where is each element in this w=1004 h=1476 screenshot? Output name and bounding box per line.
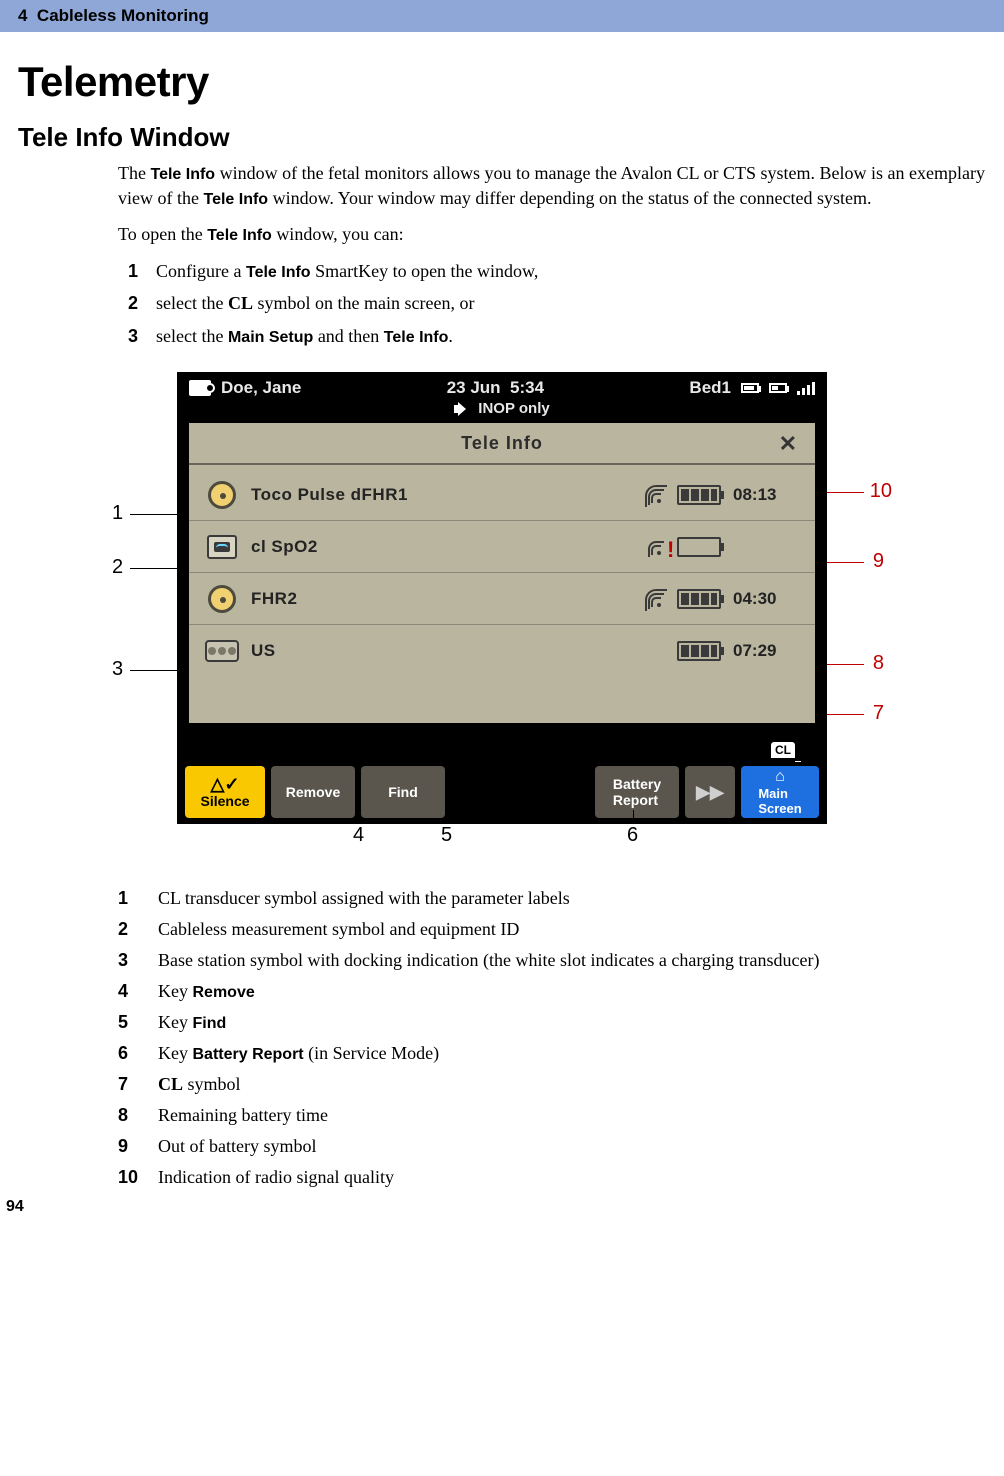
section-heading-h2: Tele Info Window — [18, 122, 986, 153]
transport-icon — [189, 380, 211, 396]
legend-item: 5Key Find — [118, 1012, 986, 1033]
term-tele-info: Tele Info — [203, 191, 268, 208]
legend-item: 6Key Battery Report (in Service Mode) — [118, 1043, 986, 1064]
battery-mini-icon — [769, 383, 787, 393]
tele-info-panel: Tele Info ✕ Toco Pulse dFHR1 08:13 cl Sp… — [189, 423, 815, 723]
signal-icon — [643, 485, 665, 505]
chapter-header-bar: 4 Cableless Monitoring — [0, 0, 1004, 32]
legend-item: 1CL transducer symbol assigned with the … — [118, 888, 986, 909]
callout-9: 9 — [873, 550, 884, 573]
forward-icon: ▶▶ — [696, 782, 724, 803]
callout-6: 6 — [627, 824, 638, 847]
silence-button[interactable]: △✓ Silence — [185, 766, 265, 818]
term-remove: Remove — [193, 984, 255, 1001]
main-screen-button[interactable]: ⌂ Main Screen — [741, 766, 819, 818]
row-label: Toco Pulse dFHR1 — [251, 485, 631, 505]
time-label: 5:34 — [510, 378, 544, 397]
next-page-button[interactable]: ▶▶ — [685, 766, 735, 818]
battery-icon — [677, 641, 721, 661]
silence-icon: △✓ — [211, 775, 240, 793]
cl-bold: CL — [158, 1074, 183, 1094]
term-find: Find — [193, 1015, 227, 1032]
cableless-box-icon — [205, 532, 239, 562]
mute-icon — [454, 402, 470, 416]
patient-name: Doe, Jane — [221, 378, 301, 398]
tele-row[interactable]: US 07:29 — [189, 625, 815, 677]
callout-4: 4 — [353, 824, 364, 847]
chapter-number: 4 — [18, 6, 27, 25]
legend-item: 7CL symbol — [118, 1074, 986, 1095]
row-label: FHR2 — [251, 589, 631, 609]
term-main-setup: Main Setup — [228, 329, 313, 346]
legend-item: 2Cableless measurement symbol and equipm… — [118, 919, 986, 940]
battery-icon — [677, 485, 721, 505]
battery-icon — [677, 589, 721, 609]
chapter-title: Cableless Monitoring — [37, 6, 209, 25]
step-3: 3select the Main Setup and then Tele Inf… — [118, 324, 986, 349]
callout-legend: 1CL transducer symbol assigned with the … — [118, 888, 986, 1188]
row-label: cl SpO2 — [251, 537, 631, 557]
remove-button[interactable]: Remove — [271, 766, 355, 818]
term-tele-info: Tele Info — [150, 166, 215, 183]
battery-low-icon: ! — [677, 537, 721, 557]
close-icon[interactable]: ✕ — [773, 431, 803, 457]
legend-item: 4Key Remove — [118, 981, 986, 1002]
term-tele-info: Tele Info — [384, 329, 449, 346]
legend-item: 8Remaining battery time — [118, 1105, 986, 1126]
find-button[interactable]: Find — [361, 766, 445, 818]
row-time: 04:30 — [733, 589, 799, 609]
base-station-icon — [205, 636, 239, 666]
intro-paragraph-1: The Tele Info window of the fetal monito… — [118, 161, 986, 210]
transducer-round-icon — [205, 584, 239, 614]
intro-paragraph-2: To open the Tele Info window, you can: — [118, 222, 986, 247]
monitor-top-bar: Doe, Jane 23 Jun 5:34 Bed1 — [179, 374, 825, 398]
tele-row[interactable]: cl SpO2 ! — [189, 521, 815, 573]
bed-label: Bed1 — [689, 378, 731, 398]
battery-report-button[interactable]: Battery Report — [595, 766, 679, 818]
row-time: 08:13 — [733, 485, 799, 505]
term-tele-info: Tele Info — [246, 264, 311, 281]
callout-7: 7 — [873, 702, 884, 725]
monitor-sub-bar: INOP only — [179, 398, 825, 421]
legend-item: 9Out of battery symbol — [118, 1136, 986, 1157]
row-label: US — [251, 641, 631, 661]
term-battery-report: Battery Report — [193, 1046, 304, 1063]
tele-row[interactable]: FHR2 04:30 — [189, 573, 815, 625]
home-icon: ⌂ — [775, 768, 785, 786]
signal-mini-icon — [797, 381, 815, 395]
date-label: 23 Jun — [447, 378, 501, 397]
legend-item: 10Indication of radio signal quality — [118, 1167, 986, 1188]
row-time: 07:29 — [733, 641, 799, 661]
legend-item: 3Base station symbol with docking indica… — [118, 950, 986, 971]
callout-10: 10 — [870, 480, 892, 503]
signal-icon — [643, 589, 665, 609]
step-1: 1Configure a Tele Info SmartKey to open … — [118, 259, 986, 284]
panel-title: Tele Info — [461, 433, 543, 454]
callout-2: 2 — [112, 556, 123, 579]
callout-5: 5 — [441, 824, 452, 847]
cl-tag: CL — [771, 742, 795, 758]
callout-1: 1 — [112, 502, 123, 525]
open-steps-list: 1Configure a Tele Info SmartKey to open … — [118, 259, 986, 348]
monitor-screen: Doe, Jane 23 Jun 5:34 Bed1 INOP only — [177, 372, 827, 824]
softkey-bar: △✓ Silence Remove Find Battery Report ▶▶… — [179, 762, 825, 822]
callout-8: 8 — [873, 652, 884, 675]
page-number: 94 — [6, 1198, 24, 1216]
step-2: 2select the CL symbol on the main screen… — [118, 291, 986, 315]
tele-row[interactable]: Toco Pulse dFHR1 08:13 — [189, 469, 815, 521]
section-heading-h1: Telemetry — [18, 58, 986, 106]
battery-mini-icon — [741, 383, 759, 393]
inop-label: INOP only — [478, 400, 549, 417]
signal-icon — [643, 537, 665, 557]
term-tele-info: Tele Info — [207, 227, 272, 244]
cl-bold: CL — [228, 293, 253, 313]
tele-info-figure: 1 2 3 10 9 8 7 Doe, Jane 23 Jun 5:34 Bed… — [112, 372, 892, 858]
transducer-round-icon — [205, 480, 239, 510]
callout-3: 3 — [112, 658, 123, 681]
